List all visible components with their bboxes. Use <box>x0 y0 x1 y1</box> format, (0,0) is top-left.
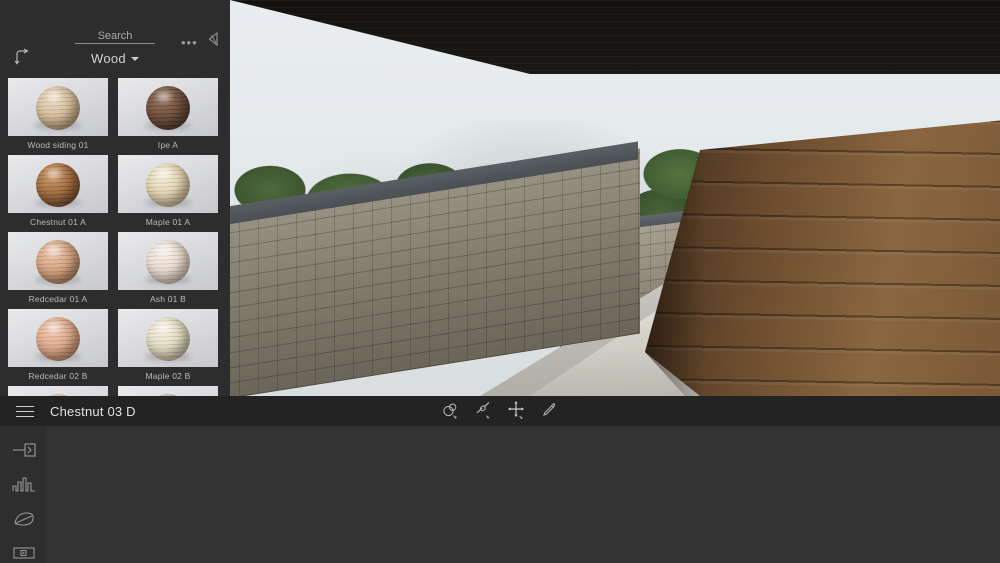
material-grid-row: Wood siding 01 Ipe A <box>0 78 230 155</box>
library-header: ••• Wood <box>0 0 230 78</box>
material-cell-label: Maple 02 B <box>145 371 191 381</box>
material-thumbnail[interactable] <box>118 155 218 213</box>
material-thumbnail[interactable] <box>8 155 108 213</box>
material-cell[interactable] <box>8 386 108 396</box>
material-cell[interactable]: Maple 01 A <box>118 155 218 232</box>
material-cell[interactable]: Wood siding 01 <box>8 78 108 155</box>
chevron-down-icon <box>130 57 139 61</box>
material-cell-label: Maple 01 A <box>145 217 191 227</box>
material-cell[interactable]: Maple 02 B <box>118 309 218 386</box>
material-sphere <box>146 317 190 362</box>
material-sphere <box>36 240 80 285</box>
hamburger-menu-icon[interactable] <box>16 402 34 421</box>
material-thumbnail[interactable] <box>8 78 108 136</box>
material-cell[interactable]: Chestnut 01 A <box>8 155 108 232</box>
material-thumbnail[interactable] <box>118 78 218 136</box>
select-objects-icon[interactable] <box>440 400 460 420</box>
material-cell-label: Redcedar 02 B <box>28 371 88 381</box>
category-selector[interactable]: Wood <box>0 50 230 68</box>
material-cell[interactable]: Redcedar 01 A <box>8 232 108 309</box>
material-thumbnail[interactable] <box>8 309 108 367</box>
ellipsis-icon[interactable]: ••• <box>181 36 198 49</box>
editor-titlebar: Chestnut 03 D <box>0 396 1000 426</box>
material-sphere <box>36 163 80 208</box>
move-gizmo-icon[interactable] <box>506 400 526 420</box>
material-thumbnail[interactable] <box>118 309 218 367</box>
material-grid-row: Redcedar 02 B Maple 02 B <box>0 309 230 386</box>
collapse-panel-icon[interactable] <box>207 31 221 47</box>
viewport-tool-group <box>440 400 559 420</box>
media-card-icon[interactable] <box>12 542 36 563</box>
material-library-panel: ••• Wood Wood siding 01 Ipe A Chestnut 01 … <box>0 0 230 396</box>
material-sphere <box>36 86 80 131</box>
material-sphere <box>146 240 190 285</box>
material-cell[interactable]: Ipe A <box>118 78 218 155</box>
material-cell-label: Wood siding 01 <box>27 140 89 150</box>
material-grid-row <box>0 386 230 396</box>
3d-viewport[interactable] <box>230 0 1000 396</box>
material-cell[interactable]: Redcedar 02 B <box>8 309 108 386</box>
material-grid-row: Chestnut 01 A Maple 01 A <box>0 155 230 232</box>
material-cell-label: Chestnut 01 A <box>30 217 86 227</box>
material-cell-label: Ipe A <box>157 140 179 150</box>
link-materials-icon[interactable] <box>473 400 493 420</box>
material-thumbnail[interactable] <box>8 386 108 396</box>
eyedropper-icon[interactable] <box>539 400 559 420</box>
material-grid-row: Redcedar 01 A Ash 01 B <box>0 232 230 309</box>
editor-left-rail <box>0 426 47 563</box>
import-icon[interactable] <box>12 440 36 462</box>
material-sphere <box>36 317 80 362</box>
search-underline <box>75 43 155 44</box>
material-sphere <box>146 163 190 208</box>
selected-material-title: Chestnut 03 D <box>50 403 136 419</box>
material-thumbnail[interactable] <box>118 232 218 290</box>
material-editor-app: ••• Wood Wood siding 01 Ipe A Chestnut 01 … <box>0 0 1000 563</box>
material-thumbnail[interactable] <box>8 232 108 290</box>
material-cell-label: Ash 01 B <box>149 294 187 304</box>
category-label: Wood <box>91 51 126 66</box>
leaf-icon[interactable] <box>12 508 36 530</box>
material-thumbnail[interactable] <box>118 386 218 396</box>
histogram-icon[interactable] <box>11 474 36 496</box>
material-grid[interactable]: Wood siding 01 Ipe A Chestnut 01 A Maple 01… <box>0 78 230 396</box>
material-sphere <box>146 86 190 131</box>
material-cell-label: Redcedar 01 A <box>28 294 88 304</box>
editor-bottom-panel: Chestnut 03 D <box>0 396 1000 563</box>
material-cell[interactable]: Ash 01 B <box>118 232 218 309</box>
material-cell[interactable] <box>118 386 218 396</box>
